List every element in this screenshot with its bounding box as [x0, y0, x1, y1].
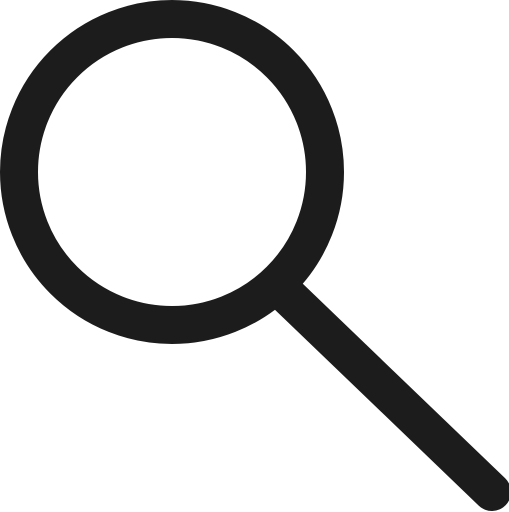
- search-icon-handle: [267, 275, 509, 511]
- search-icon[interactable]: [0, 0, 509, 512]
- icon-canvas: [0, 0, 509, 512]
